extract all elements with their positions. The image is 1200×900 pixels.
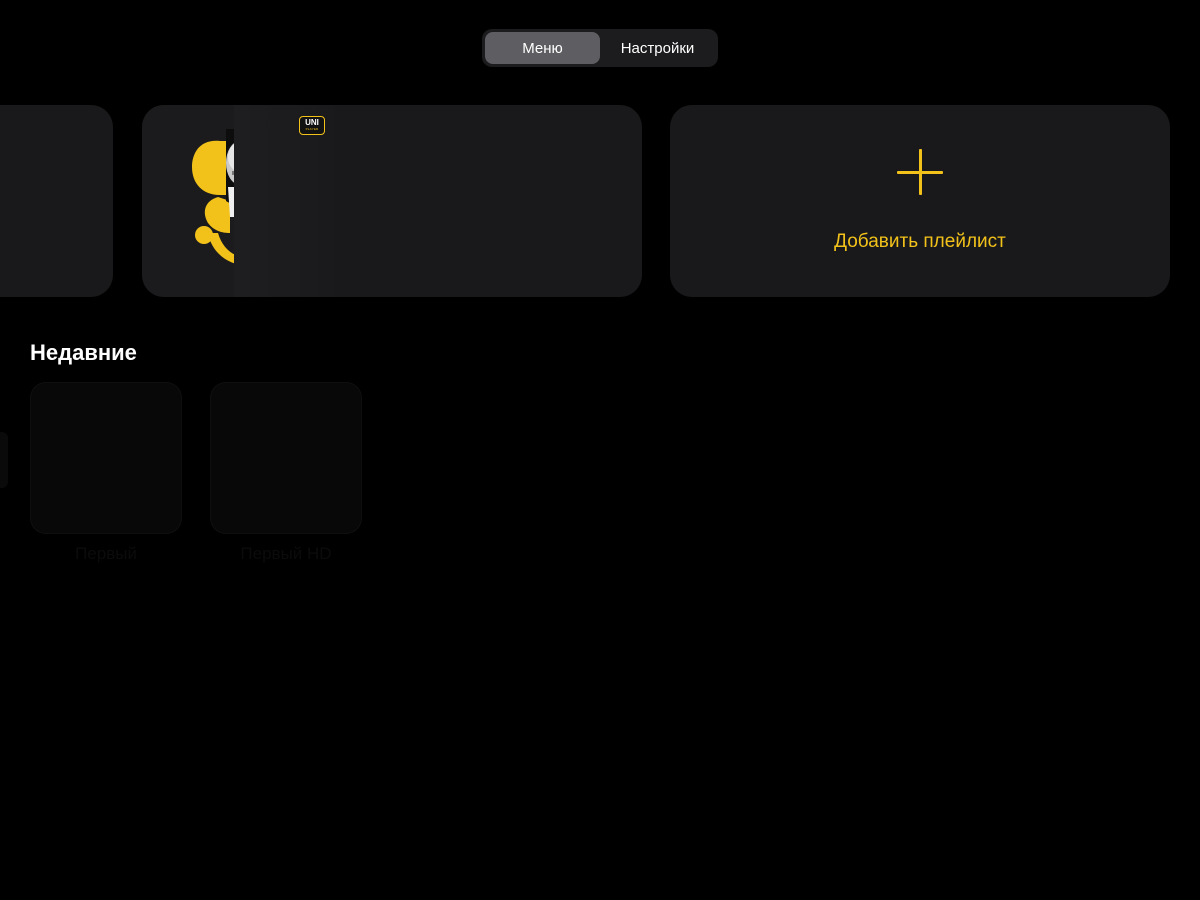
menu-settings-segmented-control: Меню Настройки: [482, 29, 718, 67]
recent-channel-tile[interactable]: [210, 382, 362, 534]
tab-settings[interactable]: Настройки: [600, 32, 715, 64]
add-playlist-label: Добавить плейлист: [834, 231, 1006, 252]
playlist-card-previous[interactable]: [0, 105, 113, 297]
recent-section-title: Недавние: [30, 340, 137, 365]
badge-sub: PLAYER: [305, 127, 319, 131]
recent-channel-label: Первый: [75, 544, 137, 563]
plus-icon: [897, 149, 943, 195]
add-playlist-card[interactable]: Добавить плейлист: [670, 105, 1170, 297]
recent-channel-label: Первый HD: [240, 544, 332, 563]
tab-menu[interactable]: Меню: [485, 32, 600, 64]
app-screen: Меню Настройки UNI PLAYER Добавить плейл…: [0, 0, 1200, 900]
badge-brand: UNI: [305, 118, 319, 127]
uni-player-badge-icon: UNI PLAYER: [299, 116, 325, 135]
scroll-edge: [0, 432, 8, 488]
playlist-card[interactable]: UNI PLAYER: [142, 105, 642, 297]
recent-channel-tile[interactable]: [30, 382, 182, 534]
